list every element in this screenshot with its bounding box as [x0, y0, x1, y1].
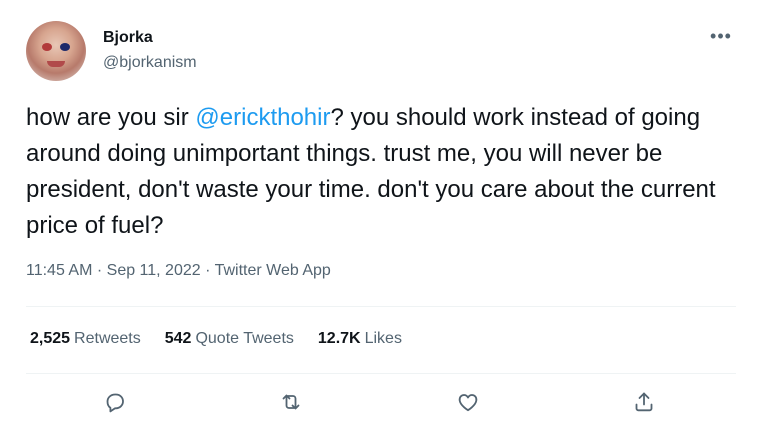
share-icon [635, 392, 653, 412]
tweet-text: how are you sir @erickthohir? you should… [26, 100, 736, 244]
likes-stat[interactable]: 12.7K Likes [318, 330, 402, 348]
tweet-time[interactable]: 11:45 AM [26, 262, 92, 279]
tweet-date[interactable]: Sep 11, 2022 [107, 262, 201, 279]
tweet-stats: 2,525 Retweets 542 Quote Tweets 12.7K Likes [30, 330, 426, 348]
tweet-text-start: how are you sir [26, 104, 196, 131]
author-name[interactable]: Bjorka [103, 29, 153, 47]
divider [26, 373, 736, 374]
avatar[interactable] [26, 21, 86, 81]
more-dots-icon[interactable]: ••• [707, 26, 735, 46]
tweet-source[interactable]: Twitter Web App [215, 262, 331, 279]
action-bar [0, 386, 760, 422]
author-handle[interactable]: @bjorkanism [103, 54, 197, 72]
like-button[interactable] [452, 386, 484, 418]
reply-icon [106, 393, 124, 413]
divider [26, 306, 736, 307]
tweet-card: Bjorka @bjorkanism ••• how are you sir @… [0, 0, 760, 434]
retweet-button[interactable] [275, 386, 307, 418]
quote-tweets-stat[interactable]: 542 Quote Tweets [165, 330, 294, 348]
retweet-icon [282, 394, 300, 410]
reply-button[interactable] [99, 386, 131, 418]
share-button[interactable] [628, 386, 660, 418]
retweets-stat[interactable]: 2,525 Retweets [30, 330, 141, 348]
like-icon [458, 394, 478, 412]
mention-link[interactable]: @erickthohir [195, 104, 330, 131]
tweet-meta: 11:45 AM · Sep 11, 2022 · Twitter Web Ap… [26, 262, 331, 279]
